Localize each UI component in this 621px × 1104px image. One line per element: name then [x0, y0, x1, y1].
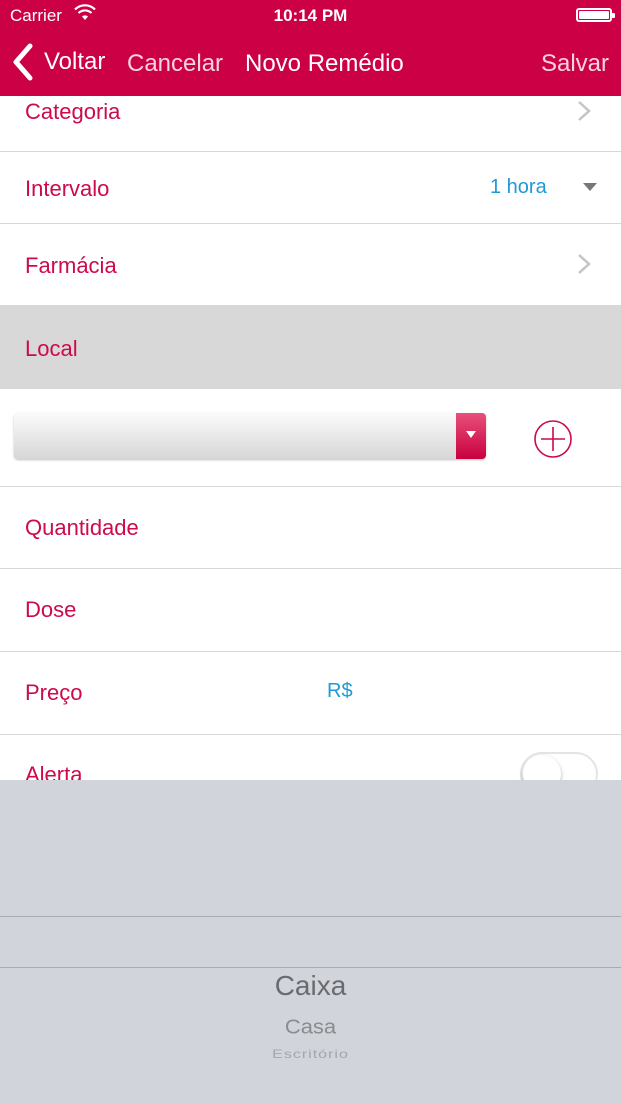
row-preco[interactable]: Preço R$: [0, 652, 621, 735]
picker-option[interactable]: Escritório: [0, 1048, 621, 1062]
dropdown-caret-icon[interactable]: [583, 183, 597, 191]
local-select[interactable]: [14, 413, 486, 459]
picker-divider: [0, 967, 621, 968]
row-dose[interactable]: Dose: [0, 569, 621, 652]
top-bar: Carrier 10:14 PM Voltar Cancelar Novo Re…: [0, 0, 621, 96]
status-time: 10:14 PM: [273, 6, 348, 25]
picker-divider: [0, 916, 621, 917]
chevron-right-icon: [578, 101, 591, 121]
back-label: Voltar: [44, 48, 106, 75]
preco-label: Preço: [25, 680, 83, 705]
chevron-right-icon: [578, 254, 591, 274]
save-button[interactable]: Salvar: [541, 50, 609, 78]
local-label: Local: [25, 336, 78, 361]
intervalo-label: Intervalo: [25, 176, 110, 201]
dropdown-arrow-icon[interactable]: [456, 413, 486, 459]
row-categoria[interactable]: Categoria: [0, 96, 621, 152]
add-circle-icon[interactable]: [533, 419, 573, 459]
status-bar: Carrier 10:14 PM: [0, 0, 621, 32]
page-title: Novo Remédio: [245, 50, 404, 77]
picker-option[interactable]: Casa: [0, 1015, 621, 1039]
intervalo-value[interactable]: 1 hora: [490, 176, 547, 199]
back-button[interactable]: Voltar: [8, 40, 105, 84]
quantidade-label: Quantidade: [25, 515, 139, 540]
categoria-label: Categoria: [25, 99, 121, 124]
row-farmacia[interactable]: Farmácia: [0, 224, 621, 306]
form-list: Categoria Intervalo 1 hora Farmácia Loca…: [0, 96, 621, 780]
farmacia-label: Farmácia: [25, 253, 117, 278]
battery-icon: [576, 8, 615, 22]
section-local: Local: [0, 306, 621, 389]
cancel-button[interactable]: Cancelar: [127, 50, 223, 78]
preco-value[interactable]: R$: [327, 680, 353, 703]
alerta-label: Alerta: [25, 762, 83, 780]
picker-option[interactable]: Caixa: [0, 970, 621, 1002]
picker-wheel[interactable]: Caixa Casa Escritório: [0, 780, 621, 1104]
chevron-left-icon: [13, 43, 33, 81]
row-quantidade[interactable]: Quantidade: [0, 487, 621, 569]
navigation-bar: Voltar Cancelar Novo Remédio Salvar: [0, 32, 621, 96]
dose-label: Dose: [25, 597, 77, 622]
row-intervalo[interactable]: Intervalo 1 hora: [0, 152, 621, 224]
